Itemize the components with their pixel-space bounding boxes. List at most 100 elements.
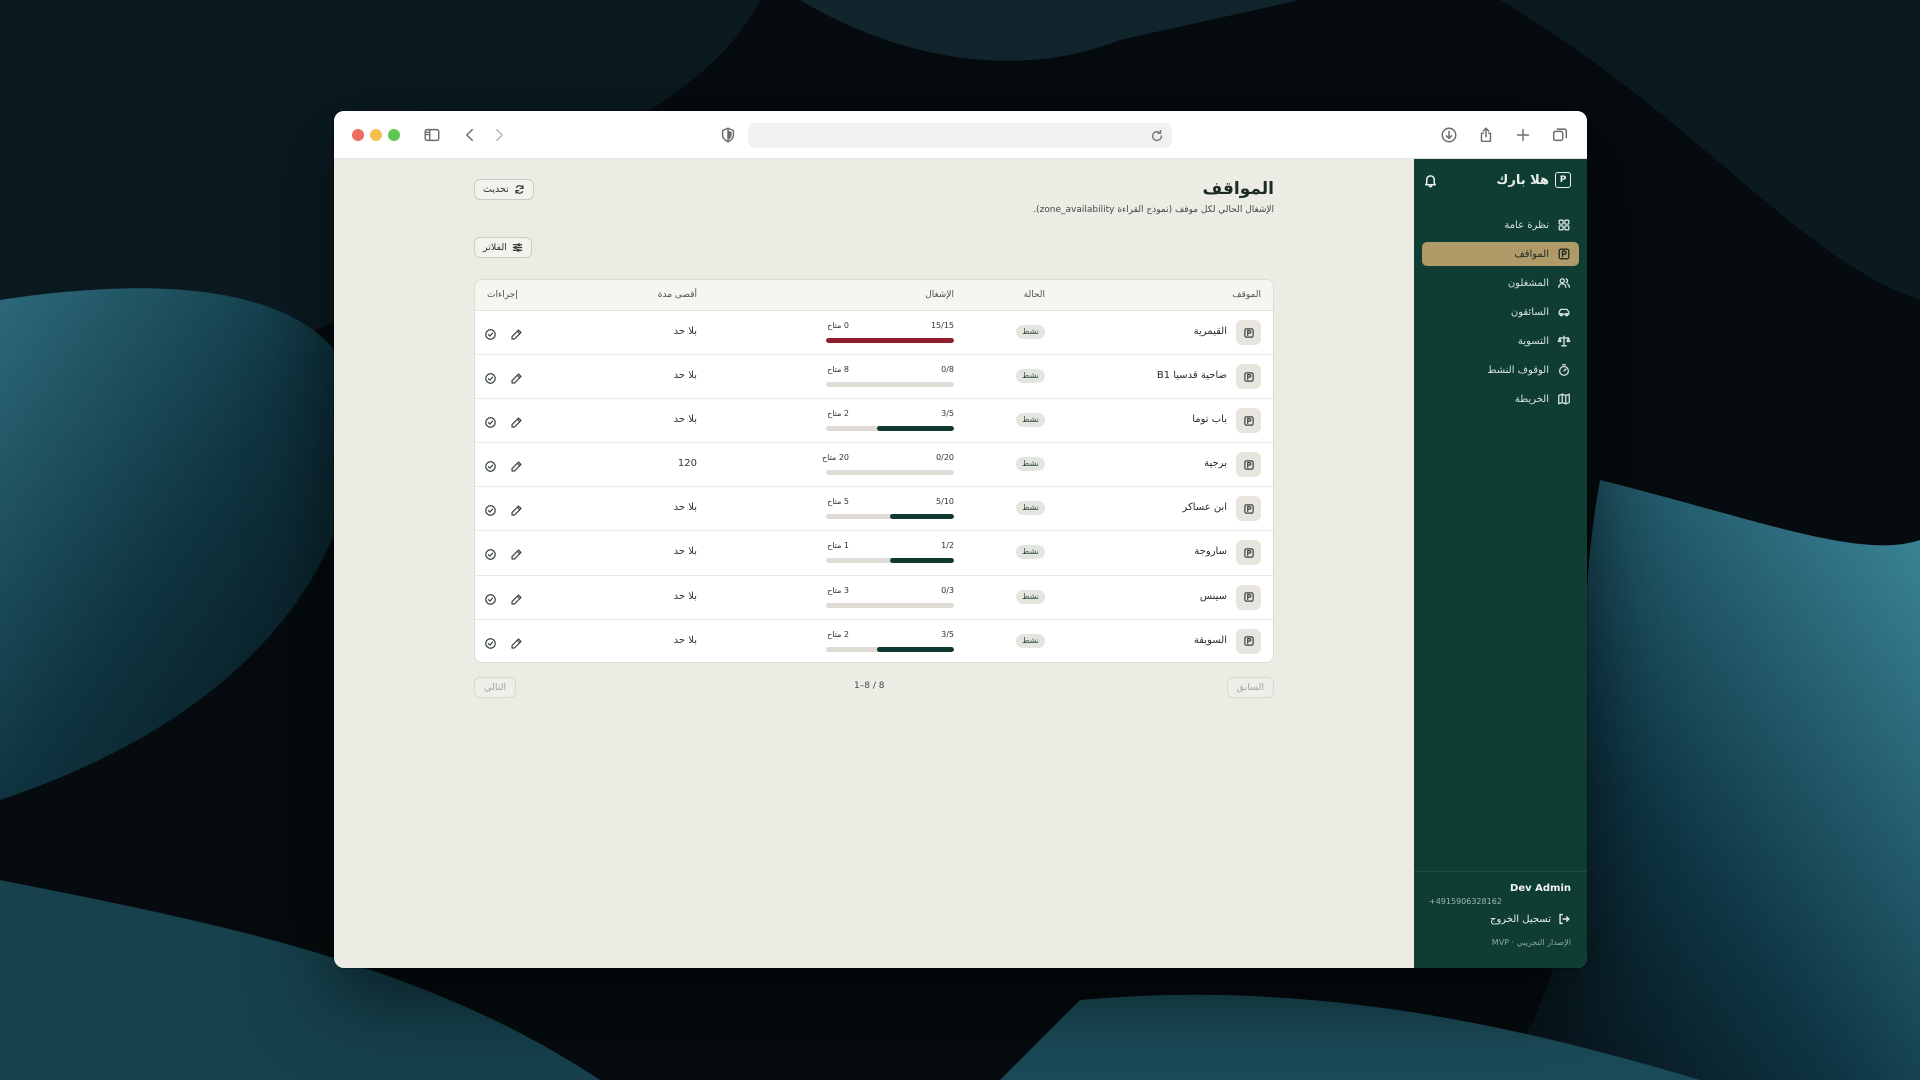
edit-icon[interactable] [509,591,523,605]
sidebar-item-5[interactable]: الوقوف النشط [1422,358,1579,382]
available-count: 3 متاح [827,585,849,595]
sidebar-item-label: المشغلون [1507,277,1549,289]
occupancy-count: 1/2 [941,541,954,551]
logout-label: تسجيل الخروج [1489,913,1551,925]
edit-icon[interactable] [509,326,523,340]
minimize-window-button[interactable] [370,129,382,141]
zoom-window-button[interactable] [388,129,400,141]
check-circle-icon[interactable] [483,502,497,517]
occupancy-bar-fill [877,426,954,432]
privacy-shield-icon[interactable] [716,123,740,147]
edit-icon[interactable] [509,370,523,384]
grid-icon [1558,219,1570,231]
sidebar-item-4[interactable]: التسوية [1422,329,1579,353]
occupancy-bar [826,470,954,476]
downloads-icon[interactable] [1437,123,1461,147]
tab-overview-icon[interactable] [1548,123,1572,147]
table-body: القيمرية نشط 15/15 0 متاح بلا حد ضاحية قدسيا … [475,311,1273,662]
car-icon [1558,308,1570,317]
parking-icon [1236,496,1261,522]
table-row: ابن عساكر نشط 5/10 5 متاح بلا حد [475,487,1273,532]
parking-icon [1236,408,1261,434]
filters-label: الفلاتر [483,242,507,253]
reload-icon[interactable] [1150,128,1164,142]
available-count: 2 متاح [827,409,849,419]
edit-icon[interactable] [509,414,523,428]
max-duration: بلا حد [673,590,697,602]
brand[interactable]: P هلا بارك [1496,172,1571,188]
occupancy-bar [826,602,954,608]
header-max-duration: أقصى مدة [657,290,697,300]
back-icon[interactable] [458,123,482,147]
check-circle-icon[interactable] [483,546,497,561]
zone-name[interactable]: باب توما [1192,414,1227,425]
occupancy-bar [826,514,954,520]
zone-name[interactable]: ضاحية قدسيا B1 [1157,370,1227,381]
check-circle-icon[interactable] [483,370,497,384]
close-window-button[interactable] [352,129,364,141]
logout-button[interactable]: تسجيل الخروج [1490,912,1571,926]
sidebar-item-6[interactable]: الخريطة [1422,387,1579,411]
occupancy-count: 0/20 [936,453,954,463]
zone-name[interactable]: برجية [1204,458,1227,469]
occupancy-bar-fill [890,558,954,564]
address-bar[interactable] [748,123,1172,148]
check-circle-icon[interactable] [483,326,497,340]
parking-icon [1236,320,1261,345]
zone-name[interactable]: ابن عساكر [1182,502,1227,513]
share-icon[interactable] [1474,123,1498,147]
max-duration: 120 [677,458,697,470]
timer-icon [1558,364,1570,376]
edit-icon[interactable] [509,502,523,516]
new-tab-icon[interactable] [1511,123,1535,147]
table-row: سينس نشط 0/3 3 متاح بلا حد [475,576,1273,620]
occupancy-bar-fill [877,646,954,652]
brand-name: هلا بارك [1496,172,1549,188]
forward-icon[interactable] [487,123,511,147]
available-count: 8 متاح [827,365,849,375]
table-row: ضاحية قدسيا B1 نشط 0/8 8 متاح بلا حد [475,355,1273,400]
filters-button[interactable]: الفلاتر [474,237,532,258]
edit-icon[interactable] [509,635,523,649]
check-circle-icon[interactable] [483,458,497,473]
status-badge: نشط [1016,413,1045,428]
occupancy-count: 5/10 [936,497,954,507]
refresh-label: تحديث [483,184,509,195]
user-phone: +4915906328162 [1429,897,1502,906]
next-page-button[interactable]: التالي [474,677,517,698]
sidebar-nav: نظرة عامة المواقف المشغلون السائقون التسوية ا… [1422,213,1579,416]
header-occupancy: الإشغال [925,290,954,300]
table-row: باب توما نشط 3/5 2 متاح بلا حد [475,399,1273,444]
max-duration: بلا حد [673,502,697,514]
sidebar-item-1[interactable]: المواقف [1422,242,1579,266]
max-duration: بلا حد [673,370,697,382]
table-header: الموقف الحالة الإشغال أقصى مدة إجراءات [475,280,1273,311]
pagination: السابق 1–8 / 8 التالي [474,677,1274,699]
bell-icon[interactable] [1422,173,1438,189]
check-circle-icon[interactable] [483,635,497,649]
sidebar-item-0[interactable]: نظرة عامة [1422,213,1579,237]
occupancy-count: 3/5 [941,629,954,639]
zone-name[interactable]: السويقة [1194,635,1227,646]
occupancy-bar [826,426,954,432]
status-badge: نشط [1016,545,1045,560]
sidebar-item-3[interactable]: السائقون [1422,300,1579,324]
version-label: الإصدار التجريبي · MVP [1491,938,1571,947]
available-count: 0 متاح [827,321,849,330]
available-count: 20 متاح [821,453,849,463]
zone-name[interactable]: القيمرية [1194,326,1227,337]
sidebar-toggle-icon[interactable] [420,123,444,147]
sliders-icon [512,243,523,252]
refresh-button[interactable]: تحديث [474,179,534,200]
check-circle-icon[interactable] [483,414,497,429]
page-info: 1–8 / 8 [854,681,885,691]
edit-icon[interactable] [509,458,523,472]
check-circle-icon[interactable] [483,591,497,605]
zone-name[interactable]: سينس [1200,591,1227,602]
edit-icon[interactable] [509,546,523,561]
user-name: Dev Admin [1510,883,1571,894]
sidebar-item-2[interactable]: المشغلون [1422,271,1579,295]
zone-name[interactable]: ساروجة [1194,546,1227,557]
occupancy-count: 0/3 [941,585,954,595]
prev-page-button[interactable]: السابق [1226,677,1274,698]
